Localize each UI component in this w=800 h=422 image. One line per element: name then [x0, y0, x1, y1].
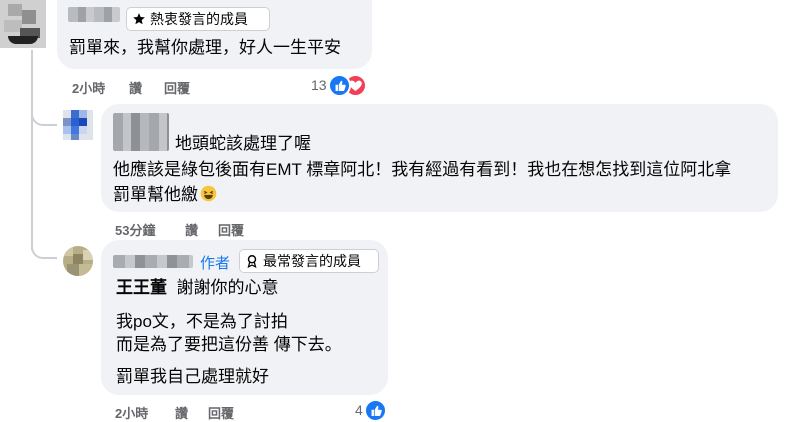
comment-text-line: 罰單來，我幫你處理，好人一生平安: [69, 38, 341, 57]
like-button[interactable]: 讚: [185, 220, 198, 239]
member-badge[interactable]: 最常發言的成員: [239, 249, 379, 273]
comment-text-line: 他應該是綠包後面有EMT 標章阿北！我有經過有看到！我也在想怎找到這位阿北拿: [113, 160, 732, 179]
badge-label: 最常發言的成員: [263, 253, 361, 269]
thread-branch-2: [31, 110, 57, 126]
comment-text-line: 罰單我自己處理就好: [116, 367, 269, 386]
reaction-count[interactable]: 4: [355, 402, 363, 418]
badge-label: 熱衷發言的成員: [150, 11, 248, 27]
author-tag: 作者: [200, 255, 231, 272]
avatar[interactable]: [0, 0, 46, 48]
thread-line: [31, 50, 33, 250]
laughing-emoji-icon: [200, 185, 217, 208]
top-contributor-icon: [247, 255, 257, 268]
author-name[interactable]: [113, 113, 169, 151]
avatar[interactable]: [63, 110, 93, 140]
comment-text-line: 王王董 謝謝你的心意: [116, 278, 279, 297]
reply-button[interactable]: 回覆: [164, 78, 190, 97]
comment-time[interactable]: 2小時: [115, 403, 148, 422]
reply-button[interactable]: 回覆: [208, 403, 234, 422]
comment-time[interactable]: 53分鐘: [115, 220, 155, 239]
comment-time[interactable]: 2小時: [72, 78, 105, 97]
like-icon[interactable]: [364, 399, 387, 422]
comment-text-line: 而是為了要把這份善 傳下去。: [116, 335, 342, 354]
member-badge[interactable]: 熱衷發言的成員: [126, 7, 270, 31]
comment-text-line: 地頭蛇該處理了喔: [175, 134, 311, 153]
comment-text-line: 罰單幫他繳: [113, 184, 217, 208]
reply-button[interactable]: 回覆: [218, 220, 244, 239]
comment-text-line: 我po文，不是為了討拍: [116, 312, 288, 331]
avatar[interactable]: [63, 246, 93, 276]
thread-branch-3: [31, 243, 57, 259]
reaction-count[interactable]: 13: [311, 77, 327, 93]
mention-tag[interactable]: 王王董: [116, 278, 167, 297]
author-name[interactable]: [113, 255, 193, 268]
like-icon[interactable]: [328, 74, 351, 97]
like-button[interactable]: 讚: [175, 403, 188, 422]
like-button[interactable]: 讚: [129, 78, 142, 97]
star-icon: [133, 13, 145, 25]
author-name[interactable]: [68, 7, 120, 22]
